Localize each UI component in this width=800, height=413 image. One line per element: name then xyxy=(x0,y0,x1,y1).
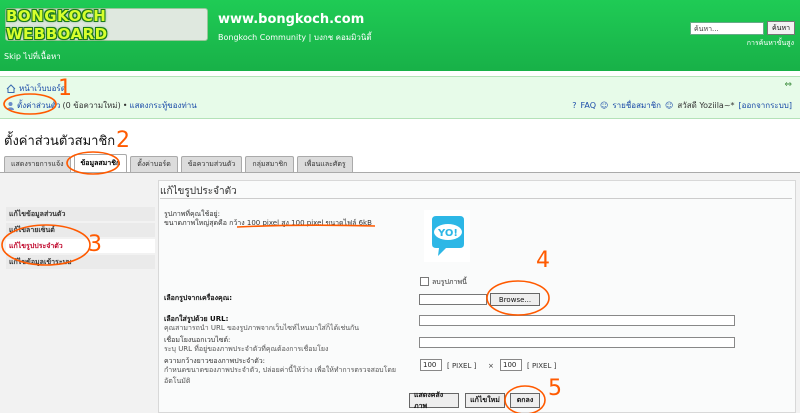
logout-link[interactable]: [ออกจากระบบ] xyxy=(739,99,792,112)
search-button[interactable]: ค้นหา xyxy=(767,21,795,35)
skip-to-content-link[interactable]: Skip ไปที่เนื้อหา xyxy=(4,50,61,63)
reset-button[interactable]: แก้ไขใหม่ xyxy=(465,393,505,408)
members-link[interactable]: รายชื่อสมาชิก xyxy=(612,99,661,112)
side-item-edit-account[interactable]: แก้ไขข้อมูลเข้าระบบ xyxy=(6,255,155,269)
expand-icon[interactable]: ⇔ xyxy=(784,80,792,90)
browse-button[interactable]: Browse... xyxy=(490,293,540,306)
delete-avatar-label: ลบรูปภาพนี้ xyxy=(432,278,467,286)
tab-usergroups[interactable]: กลุ่มสมาชิก xyxy=(245,156,295,172)
tab-overview[interactable]: แสดงรายการแจ้ง xyxy=(4,156,71,172)
height-unit: [ PIXEL ] xyxy=(527,362,557,370)
annotation-number-5: 5 xyxy=(548,376,562,401)
ucp-link[interactable]: ตั้งค่าส่วนตัว xyxy=(17,99,60,112)
side-item-edit-avatar[interactable]: แก้ไขรูปประจำตัว xyxy=(6,239,155,253)
tab-private-messages[interactable]: ข้อความส่วนตัว xyxy=(180,156,243,172)
site-subtitle: Bongkoch Community | บงกช คอมมิวนิตี้ xyxy=(218,33,372,42)
page-title: ตั้งค่าส่วนตัวสมาชิก xyxy=(4,134,116,149)
content-divider xyxy=(160,198,792,199)
user-links: ตั้งค่าส่วนตัว (0 ข้อความใหม่) • แสดงกระ… xyxy=(6,99,197,112)
annotation-number-4: 4 xyxy=(536,248,550,273)
remote-link-input[interactable] xyxy=(419,337,735,348)
annotation-number-1: 1 xyxy=(58,76,72,101)
annotation-number-3: 3 xyxy=(88,232,102,257)
tab-friends-foes[interactable]: เพื่อนและศัตรู xyxy=(297,156,353,172)
members-icon: ☺ xyxy=(600,101,609,110)
faq-icon: ? xyxy=(572,101,577,110)
tab-board-prefs[interactable]: ตั้งค่าบอร์ด xyxy=(130,156,178,172)
content-title: แก้ไขรูปประจำตัว xyxy=(160,186,237,197)
tab-bar: แสดงรายการแจ้ง ข้อมูลสมาชิก ตั้งค่าบอร์ด… xyxy=(4,154,353,172)
annotation-number-2: 2 xyxy=(116,128,130,153)
avatar-height-input[interactable]: 100 xyxy=(500,359,522,371)
avatar-width-input[interactable]: 100 xyxy=(420,359,442,371)
user-icon xyxy=(7,102,14,110)
advanced-search-link[interactable]: การค้นหาขั้นสูง xyxy=(747,38,794,49)
url-description: คุณสามารถนำ URL ของรูปภาพจากเว็บไซท์ไหนม… xyxy=(164,324,360,332)
greeting: สวัสดี Yoziila~* xyxy=(677,101,735,110)
site-logo[interactable]: BONGKOCH WEBBOARD xyxy=(5,7,208,43)
upload-label: เลือกรูปจากเครื่องคุณ: xyxy=(164,294,233,302)
view-posts-link[interactable]: แสดงกระทู้ของท่าน xyxy=(129,99,196,112)
delete-avatar-checkbox[interactable] xyxy=(420,277,429,286)
side-menu: แก้ไขข้อมูลส่วนตัว แก้ไขลายเซ็นต์ แก้ไขร… xyxy=(6,207,155,271)
search-input[interactable]: ค้นหา... xyxy=(690,22,764,35)
times-sign: × xyxy=(488,362,494,370)
user-greeting-icon: ☺ xyxy=(665,101,674,110)
dimensions-description: กำหนดขนาดของภาพประจำตัว, ปล่อยค่านี้ให้ว… xyxy=(164,366,397,385)
separator: • xyxy=(122,101,128,110)
site-title: www.bongkoch.com xyxy=(218,12,365,27)
avatar-image: YO! xyxy=(424,210,470,262)
avatar-text: YO! xyxy=(437,228,458,239)
faq-link[interactable]: FAQ xyxy=(581,101,597,110)
avatar-url-input[interactable] xyxy=(419,315,735,326)
submit-button[interactable]: ตกลง xyxy=(510,393,540,408)
width-unit: [ PIXEL ] xyxy=(447,362,477,370)
remote-link-description: ระบุ URL ที่อยู่ของภาพประจำตัวที่คุณต้อง… xyxy=(164,345,329,353)
file-input[interactable] xyxy=(419,294,487,305)
breadcrumb: หน้าเว็บบอร์ด xyxy=(6,82,66,95)
tab-profile[interactable]: ข้อมูลสมาชิก xyxy=(73,154,128,172)
nav-bar xyxy=(0,76,800,119)
right-nav-links: ? FAQ ☺ รายชื่อสมาชิก ☺ สวัสดี Yoziila~*… xyxy=(572,99,792,112)
home-icon xyxy=(6,84,16,93)
side-item-edit-signature[interactable]: แก้ไขลายเซ็นต์ xyxy=(6,223,155,237)
display-gallery-button[interactable]: แสดงคลังภาพ xyxy=(409,391,459,410)
max-size-text: ขนาดภาพใหญ่สุดคือ กว้าง 100 pixel สูง 10… xyxy=(164,219,372,227)
side-item-edit-profile[interactable]: แก้ไขข้อมูลส่วนตัว xyxy=(6,207,155,221)
